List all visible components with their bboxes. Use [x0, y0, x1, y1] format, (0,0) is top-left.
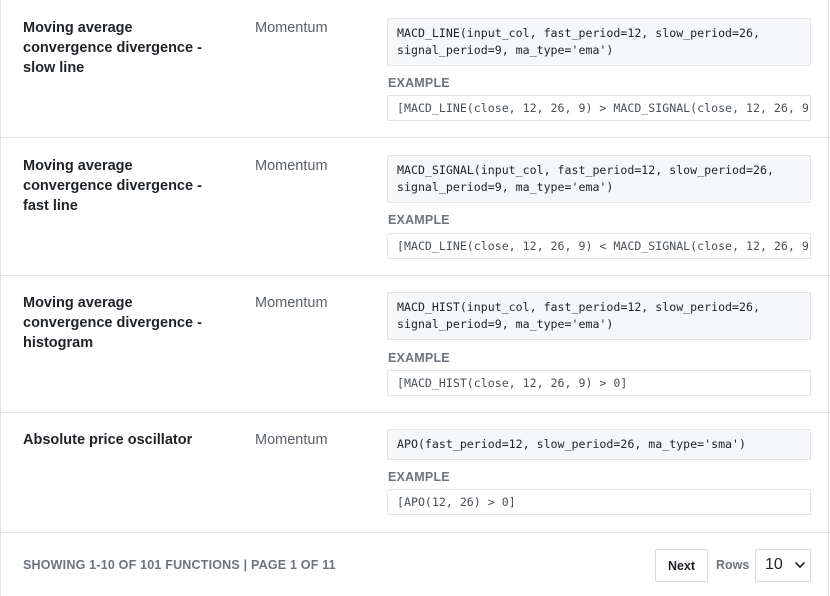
- function-signature: APO(fast_period=12, slow_period=26, ma_t…: [387, 429, 811, 460]
- function-category: Momentum: [255, 432, 328, 448]
- chevron-down-icon: [795, 562, 805, 568]
- example-label: EXAMPLE: [388, 351, 450, 365]
- rows-per-page-label: Rows: [716, 558, 750, 572]
- function-category: Momentum: [255, 295, 328, 311]
- table-row: Absolute price oscillator Momentum APO(f…: [1, 413, 830, 533]
- function-category: Momentum: [255, 20, 328, 36]
- function-name: Moving average convergence divergence - …: [23, 158, 202, 214]
- function-name: Moving average convergence divergence - …: [23, 20, 202, 76]
- next-page-button[interactable]: Next: [655, 549, 708, 582]
- example-code: [MACD_LINE(close, 12, 26, 9) > MACD_SIGN…: [387, 95, 811, 121]
- function-name: Absolute price oscillator: [23, 432, 193, 448]
- function-name: Moving average convergence divergence - …: [23, 295, 202, 351]
- example-code: [APO(12, 26) > 0]: [387, 489, 811, 515]
- example-label: EXAMPLE: [388, 470, 450, 484]
- functions-table: Moving average convergence divergence - …: [0, 0, 830, 596]
- table-row: Moving average convergence divergence - …: [1, 138, 830, 276]
- pagination-summary: SHOWING 1-10 OF 101 FUNCTIONS | PAGE 1 O…: [23, 558, 336, 572]
- function-signature: MACD_LINE(input_col, fast_period=12, slo…: [387, 18, 811, 66]
- example-label: EXAMPLE: [388, 213, 450, 227]
- function-signature: MACD_HIST(input_col, fast_period=12, slo…: [387, 292, 811, 340]
- function-category: Momentum: [255, 158, 328, 174]
- example-label: EXAMPLE: [388, 76, 450, 90]
- rows-per-page-value: 10: [765, 556, 783, 573]
- function-signature: MACD_SIGNAL(input_col, fast_period=12, s…: [387, 155, 811, 203]
- table-row: Moving average convergence divergence - …: [1, 0, 830, 138]
- example-code: [MACD_LINE(close, 12, 26, 9) < MACD_SIGN…: [387, 233, 811, 259]
- table-row: Moving average convergence divergence - …: [1, 276, 830, 413]
- example-code: [MACD_HIST(close, 12, 26, 9) > 0]: [387, 370, 811, 396]
- pagination-footer: SHOWING 1-10 OF 101 FUNCTIONS | PAGE 1 O…: [1, 533, 830, 596]
- rows-per-page-select[interactable]: 10: [755, 549, 811, 582]
